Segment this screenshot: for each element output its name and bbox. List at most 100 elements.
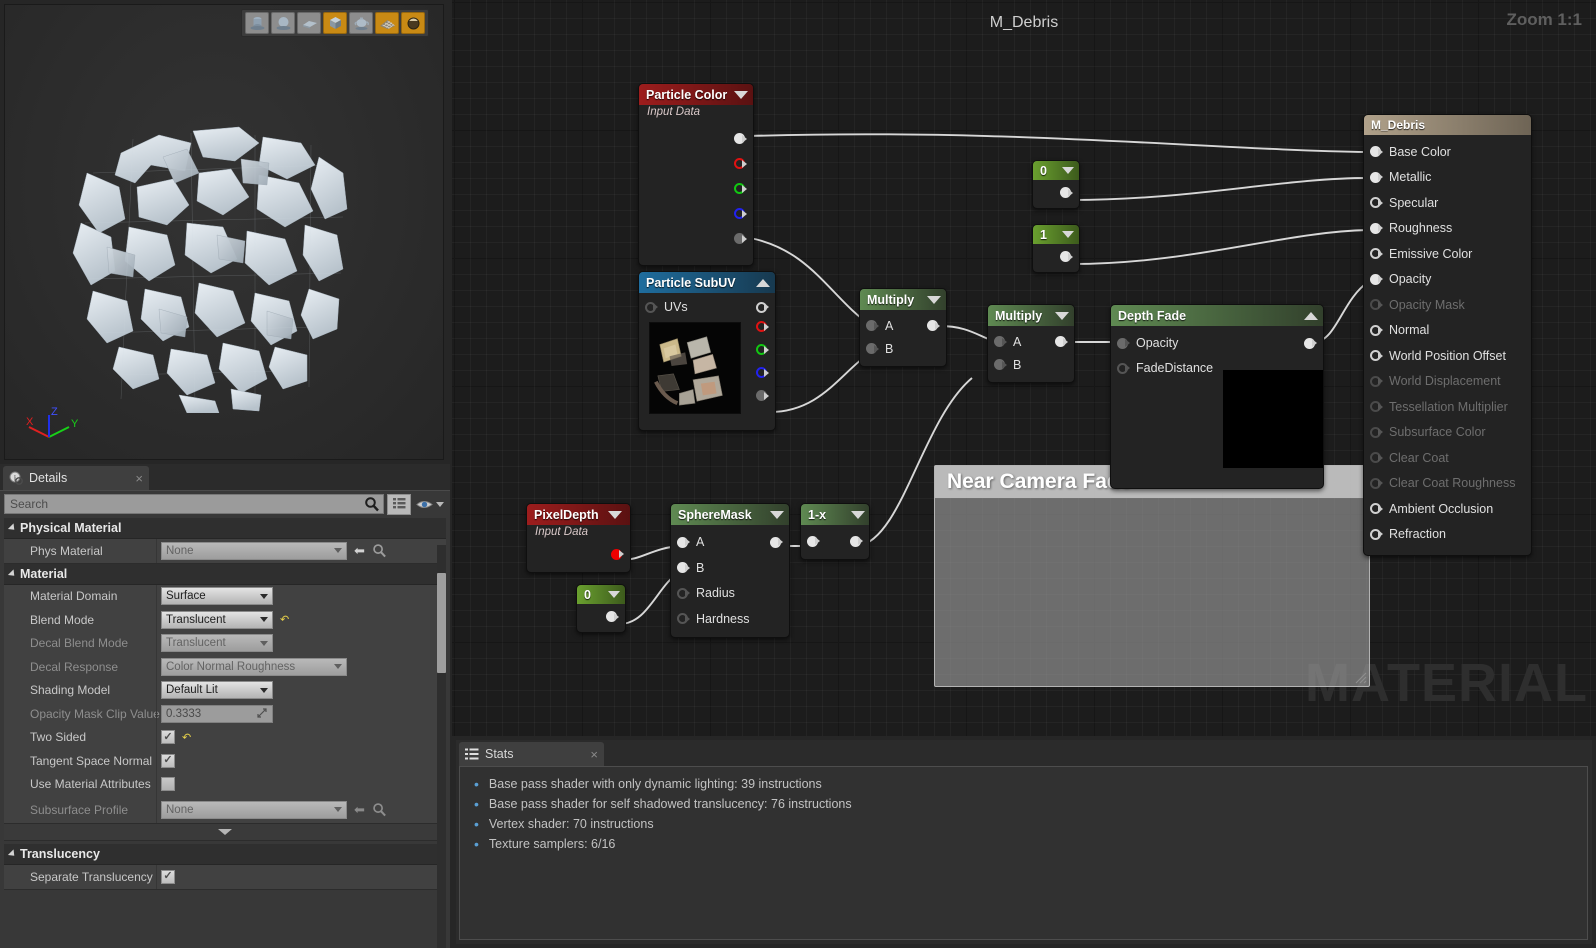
grid-preview-button[interactable] — [375, 12, 399, 34]
node-title-text: 1 — [1040, 227, 1047, 242]
node-constant-zero-bottom[interactable]: 0 — [576, 584, 626, 633]
visibility-options-button[interactable] — [414, 498, 446, 511]
node-header[interactable]: Particle Color — [639, 84, 753, 105]
blend-mode-combo[interactable]: Translucent — [161, 610, 273, 629]
cylinder-preview-button[interactable] — [245, 12, 269, 34]
property-row-decal-response: Decal Response Color Normal Roughness — [4, 655, 446, 679]
material-domain-combo[interactable]: Surface — [161, 587, 273, 606]
node-header[interactable]: 0 — [1033, 161, 1079, 180]
collapse-toggle-icon[interactable] — [756, 278, 770, 287]
node-header[interactable]: Multiply — [988, 305, 1074, 326]
custom-mesh-preview-button[interactable] — [401, 12, 425, 34]
input-pin-label: Clear Coat Roughness — [1389, 476, 1516, 491]
material-graph-canvas[interactable]: M_Debris Zoom 1:1 MATERIAL Near Camera F… — [452, 0, 1596, 736]
node-body: Base Color Metallic Specular Roughness E… — [1364, 135, 1531, 555]
node-header[interactable]: SphereMask — [671, 504, 789, 525]
comment-box-near-camera-fade[interactable]: Near Camera Fade — [934, 465, 1370, 687]
search-input[interactable] — [4, 494, 384, 514]
stats-body[interactable]: • Base pass shader with only dynamic lig… — [459, 766, 1588, 940]
node-constant-one[interactable]: 1 — [1032, 224, 1080, 273]
property-label: Phys Material — [30, 543, 103, 558]
plane-preview-button[interactable] — [297, 12, 321, 34]
input-pin-label: A — [885, 318, 894, 333]
collapse-toggle-icon[interactable] — [607, 510, 622, 519]
subsurface-profile-asset-picker[interactable]: None — [161, 800, 347, 819]
tab-details[interactable]: i Details × — [3, 466, 149, 490]
property-label: Decal Blend Mode — [30, 636, 129, 651]
node-material-output-m-debris[interactable]: M_Debris Base Color Metallic Specular Ro… — [1363, 114, 1532, 556]
collapse-toggle-icon[interactable] — [734, 90, 748, 99]
node-sphere-mask[interactable]: SphereMask A B Radius Hardness — [670, 503, 790, 638]
separate-translucency-checkbox[interactable]: ✓ — [161, 869, 175, 884]
node-header[interactable]: M_Debris — [1364, 115, 1531, 135]
revert-to-default-icon[interactable]: ↶ — [280, 613, 289, 626]
shading-model-combo[interactable]: Default Lit — [161, 681, 273, 700]
bullet-icon: • — [474, 836, 479, 852]
collapse-toggle-icon[interactable] — [927, 295, 941, 304]
node-depth-fade[interactable]: Depth Fade Opacity FadeDistance — [1110, 304, 1324, 489]
category-header-physical-material[interactable]: Physical Material — [4, 518, 446, 539]
node-multiply-2[interactable]: Multiply A B — [987, 304, 1075, 383]
collapse-toggle-icon[interactable] — [1055, 311, 1069, 320]
use-selected-asset-icon[interactable]: ⬅ — [354, 802, 365, 818]
node-header[interactable]: Depth Fade — [1111, 305, 1323, 326]
category-header-translucency[interactable]: Translucency — [4, 844, 446, 865]
decal-response-combo[interactable]: Color Normal Roughness — [161, 657, 347, 676]
browse-asset-icon[interactable] — [372, 543, 387, 558]
teapot-preview-button[interactable] — [349, 12, 373, 34]
node-header[interactable]: 0 — [577, 585, 625, 604]
search-icon[interactable] — [364, 496, 380, 512]
input-pin-label: Hardness — [696, 611, 750, 626]
use-selected-asset-icon[interactable]: ⬅ — [354, 543, 365, 559]
input-pin-label: Normal — [1389, 323, 1430, 338]
collapse-toggle-icon[interactable] — [1062, 167, 1074, 174]
collapse-toggle-icon[interactable] — [1062, 231, 1074, 238]
node-header[interactable]: Particle SubUV — [639, 272, 775, 293]
node-header[interactable]: 1-x — [801, 504, 869, 525]
stat-line: • Vertex shader: 70 instructions — [474, 815, 1587, 835]
two-sided-checkbox[interactable]: ✓ — [161, 730, 175, 745]
phys-material-value: None — [166, 544, 194, 557]
node-body — [1033, 244, 1079, 272]
node-header[interactable]: PixelDepth — [527, 504, 630, 525]
input-pin-label: B — [1013, 357, 1022, 372]
stat-line: • Texture samplers: 6/16 — [474, 835, 1587, 855]
revert-to-default-icon[interactable]: ↶ — [182, 731, 191, 744]
node-particle-subuv[interactable]: Particle SubUV UVs — [638, 271, 776, 431]
stats-tab-close-icon[interactable]: × — [590, 747, 598, 762]
left-column: X Y Z i Details × Search Physical Materi… — [0, 0, 450, 948]
node-header[interactable]: Multiply — [860, 289, 946, 310]
collapse-toggle-icon[interactable] — [770, 510, 784, 519]
svg-text:Z: Z — [51, 406, 58, 418]
property-row-opacity-mask-clip-value: Opacity Mask Clip Value 0.3333 — [4, 702, 446, 726]
node-particle-color[interactable]: Particle Color Input Data — [638, 83, 754, 266]
show-advanced-button[interactable] — [4, 824, 446, 841]
node-multiply-1[interactable]: Multiply A B — [859, 288, 947, 367]
collapse-toggle-icon[interactable] — [608, 591, 620, 598]
decal-blend-mode-combo[interactable]: Translucent — [161, 634, 273, 653]
sphere-preview-button[interactable] — [271, 12, 295, 34]
node-one-minus-x[interactable]: 1-x — [800, 503, 870, 560]
details-tab-close-icon[interactable]: × — [135, 471, 143, 486]
details-property-list[interactable]: Physical Material Phys Material None ⬅ M… — [4, 518, 446, 948]
tangent-space-normal-checkbox[interactable]: ✓ — [161, 753, 175, 768]
collapse-toggle-icon[interactable] — [1304, 311, 1318, 320]
cube-preview-button[interactable] — [323, 12, 347, 34]
phys-material-asset-picker[interactable]: None — [161, 541, 347, 560]
node-header[interactable]: 1 — [1033, 225, 1079, 244]
use-material-attributes-checkbox[interactable] — [161, 777, 175, 792]
material-preview-viewport[interactable]: X Y Z — [4, 4, 444, 460]
collapse-toggle-icon[interactable] — [851, 510, 865, 519]
node-body — [801, 525, 869, 559]
preview-shape-toolbar[interactable] — [241, 9, 429, 37]
stat-text: Vertex shader: 70 instructions — [488, 817, 654, 831]
node-constant-zero-top[interactable]: 0 — [1032, 160, 1080, 209]
node-title-text: 0 — [584, 587, 591, 602]
tab-stats[interactable]: Stats × — [459, 742, 604, 766]
comment-resize-handle[interactable] — [1353, 670, 1367, 684]
browse-asset-icon[interactable] — [372, 802, 387, 817]
grid-view-button[interactable] — [387, 493, 411, 515]
category-header-material[interactable]: Material — [4, 563, 446, 585]
opacity-mask-clip-value-field[interactable]: 0.3333 — [161, 704, 273, 723]
node-pixel-depth[interactable]: PixelDepth Input Data — [526, 503, 631, 573]
